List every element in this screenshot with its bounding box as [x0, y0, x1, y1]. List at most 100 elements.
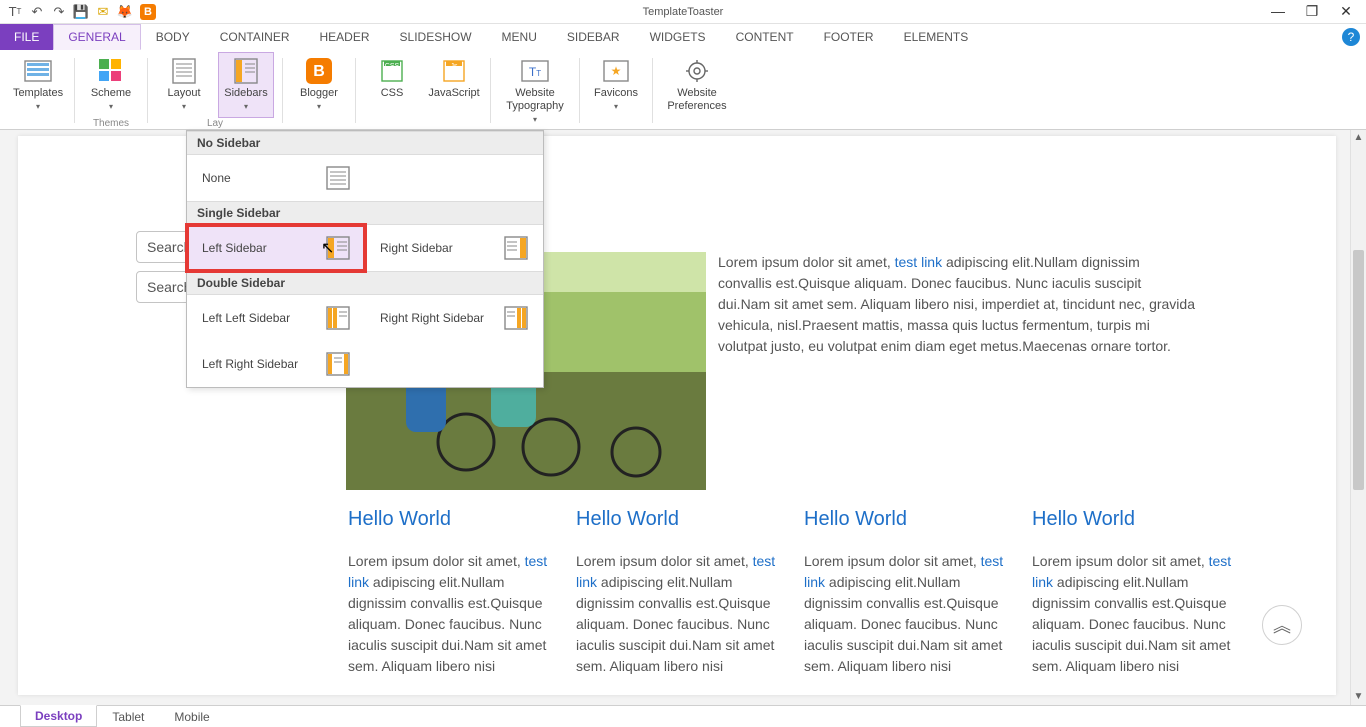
preferences-label: Website Preferences — [664, 87, 730, 113]
tab-slideshow[interactable]: SLIDESHOW — [385, 24, 487, 50]
gear-icon — [683, 57, 711, 85]
quick-access-toolbar: TT ↶ ↷ 💾 ✉ 🦊 B — [0, 4, 164, 20]
typography-icon: TT — [521, 57, 549, 85]
help-icon[interactable]: ? — [1342, 28, 1360, 46]
vertical-scrollbar[interactable]: ▲ ▼ — [1350, 130, 1366, 705]
scroll-up-icon[interactable]: ▲ — [1351, 130, 1366, 146]
dd-option-left-sidebar[interactable]: Left Sidebar — [187, 225, 365, 271]
right-right-icon — [504, 306, 528, 330]
svg-text:TT: TT — [529, 65, 541, 79]
blogger-icon[interactable]: B — [140, 4, 156, 20]
search-label: Search — [147, 239, 191, 255]
dd-label: Left Sidebar — [202, 241, 267, 255]
group-typography: TT Website Typography — [493, 52, 577, 129]
tab-widgets[interactable]: WIDGETS — [635, 24, 721, 50]
tab-content[interactable]: CONTENT — [721, 24, 809, 50]
group-lang: CSS CSS Js JavaScript — [358, 52, 488, 129]
tab-header[interactable]: HEADER — [305, 24, 385, 50]
dd-section-double: Double Sidebar — [187, 271, 543, 295]
scroll-thumb[interactable] — [1353, 250, 1364, 490]
text: Lorem ipsum dolor sit amet, — [1032, 553, 1209, 569]
tab-body[interactable]: BODY — [141, 24, 205, 50]
css-label: CSS — [381, 87, 404, 100]
right-sidebar-icon — [504, 236, 528, 260]
card-3: Hello World Lorem ipsum dolor sit amet, … — [804, 508, 1004, 677]
svg-text:CSS: CSS — [385, 63, 400, 70]
dd-label: Left Left Sidebar — [202, 311, 290, 325]
text-tool-icon[interactable]: TT — [8, 5, 22, 19]
card-4: Hello World Lorem ipsum dolor sit amet, … — [1032, 508, 1232, 677]
maximize-button[interactable]: ❐ — [1304, 3, 1320, 20]
group-favicons: ★ Favicons — [582, 52, 650, 129]
tab-sidebar[interactable]: SIDEBAR — [552, 24, 635, 50]
javascript-button[interactable]: Js JavaScript — [426, 52, 482, 116]
templates-label: Templates — [13, 87, 63, 100]
sidebars-label: Sidebars — [224, 87, 267, 100]
blogger-label: Blogger — [300, 87, 338, 100]
website-typography-button[interactable]: TT Website Typography — [499, 52, 571, 131]
dd-section-single: Single Sidebar — [187, 201, 543, 225]
dd-option-right-right[interactable]: Right Right Sidebar — [365, 295, 543, 341]
sidebars-button[interactable]: Sidebars — [218, 52, 274, 118]
templates-button[interactable]: Templates — [10, 52, 66, 118]
device-tab-desktop[interactable]: Desktop — [20, 705, 97, 727]
device-tab-mobile[interactable]: Mobile — [159, 706, 224, 727]
minimize-button[interactable]: — — [1270, 3, 1286, 20]
svg-text:★: ★ — [611, 64, 622, 78]
blogger-button[interactable]: B Blogger — [291, 52, 347, 118]
scroll-down-icon[interactable]: ▼ — [1351, 689, 1366, 705]
favicons-label: Favicons — [594, 87, 638, 100]
tab-footer[interactable]: FOOTER — [809, 24, 889, 50]
close-button[interactable]: ✕ — [1338, 3, 1354, 20]
firefox-icon[interactable]: 🦊 — [118, 5, 132, 19]
dd-label: Left Right Sidebar — [202, 357, 298, 371]
dd-option-none[interactable]: None — [187, 155, 365, 201]
card-title: Hello World — [576, 508, 776, 531]
scheme-label: Scheme — [91, 87, 131, 100]
text: Lorem ipsum dolor sit amet, — [718, 254, 895, 270]
layout-label: Layout — [167, 87, 200, 100]
tab-general[interactable]: GENERAL — [53, 24, 140, 50]
cards-row: Hello World Lorem ipsum dolor sit amet, … — [348, 508, 1336, 677]
layout-icon — [170, 57, 198, 85]
group-preferences: Website Preferences — [655, 52, 739, 129]
css-button[interactable]: CSS CSS — [364, 52, 420, 116]
tab-menu[interactable]: MENU — [487, 24, 552, 50]
sidebars-dropdown: No Sidebar None Single Sidebar Left Side… — [186, 130, 544, 388]
tab-container[interactable]: CONTAINER — [205, 24, 305, 50]
tab-elements[interactable]: ELEMENTS — [889, 24, 984, 50]
favicons-button[interactable]: ★ Favicons — [588, 52, 644, 118]
dd-label: Right Right Sidebar — [380, 311, 484, 325]
save-icon[interactable]: 💾 — [74, 5, 88, 19]
redo-icon[interactable]: ↷ — [52, 5, 66, 19]
dd-label: Right Sidebar — [380, 241, 453, 255]
text: Lorem ipsum dolor sit amet, — [348, 553, 525, 569]
ribbon: Templates Scheme Themes Layout — [0, 50, 1366, 130]
favicons-icon: ★ — [602, 57, 630, 85]
text: Lorem ipsum dolor sit amet, — [804, 553, 981, 569]
text: adipiscing elit.Nullam dignissim convall… — [576, 574, 774, 674]
dd-option-right-sidebar[interactable]: Right Sidebar — [365, 225, 543, 271]
text: adipiscing elit.Nullam dignissim convall… — [804, 574, 1002, 674]
undo-icon[interactable]: ↶ — [30, 5, 44, 19]
scroll-to-top-button[interactable]: ︽ — [1262, 605, 1302, 645]
dd-option-left-left[interactable]: Left Left Sidebar — [187, 295, 365, 341]
scheme-button[interactable]: Scheme — [83, 52, 139, 118]
blogger-icon: B — [305, 57, 333, 85]
ribbon-tabstrip: FILE GENERAL BODY CONTAINER HEADER SLIDE… — [0, 24, 1366, 50]
text: adipiscing elit.Nullam dignissim convall… — [348, 574, 546, 674]
window-controls: — ❐ ✕ — [1270, 3, 1366, 20]
device-tab-tablet[interactable]: Tablet — [97, 706, 159, 727]
group-themes: Scheme Themes — [77, 52, 145, 129]
hero-test-link[interactable]: test link — [895, 254, 942, 270]
dd-option-left-right[interactable]: Left Right Sidebar — [187, 341, 365, 387]
js-icon: Js — [440, 57, 468, 85]
mail-icon[interactable]: ✉ — [96, 5, 110, 19]
website-preferences-button[interactable]: Website Preferences — [661, 52, 733, 118]
card-title: Hello World — [348, 508, 548, 531]
templates-icon — [24, 57, 52, 85]
file-tab[interactable]: FILE — [0, 24, 53, 50]
left-left-icon — [326, 306, 350, 330]
search-label: Search — [147, 279, 191, 295]
layout-button[interactable]: Layout — [156, 52, 212, 118]
